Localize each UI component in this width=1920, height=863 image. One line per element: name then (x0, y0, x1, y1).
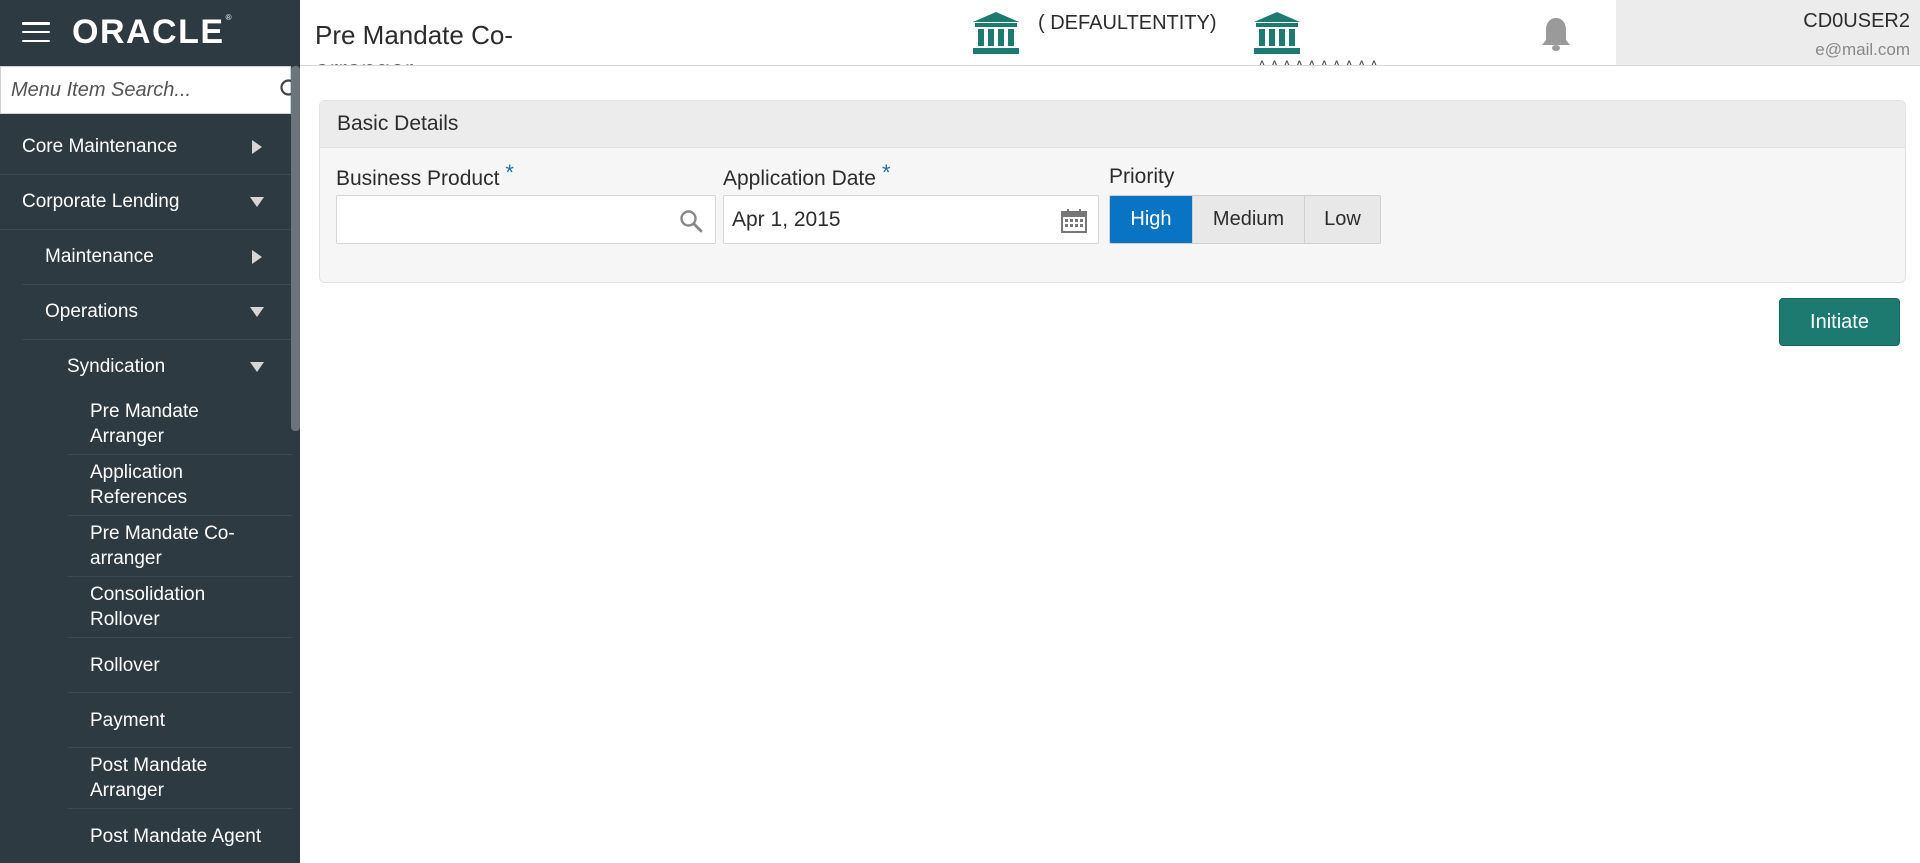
sidebar-item-label: Syndication (67, 356, 166, 377)
business-product-label: Business Product * (336, 160, 514, 190)
entity-bank-icon[interactable] (973, 12, 1019, 54)
menu-search-box (0, 66, 300, 114)
menu-search-input[interactable] (11, 78, 279, 102)
sidebar-item-label: Operations (45, 301, 138, 322)
sidebar-item-label: Maintenance (45, 246, 154, 267)
sidebar-item-label: Post Mandate Agent (90, 825, 262, 847)
caret-right-icon (250, 140, 264, 154)
hamburger-menu-icon[interactable] (22, 22, 50, 42)
basic-details-panel: Basic Details (319, 100, 1906, 283)
caret-down-icon (250, 305, 264, 319)
priority-high-button[interactable]: High (1110, 196, 1192, 243)
sidebar-item-label: Application References (90, 462, 188, 508)
entity-label: ( DEFAULTENTITY) (1038, 12, 1217, 34)
sidebar-item-label: Pre Mandate Co-arranger (90, 523, 235, 569)
sidebar-item-payment[interactable]: Payment (68, 693, 292, 748)
sidebar-item-post-mandate-agent[interactable]: Post Mandate Agent (68, 809, 292, 863)
sidebar-item-label: Pre Mandate Arranger (90, 401, 199, 447)
required-marker: * (881, 160, 891, 185)
application-date-label: Application Date * (723, 160, 891, 190)
sidebar-item-corporate-lending[interactable]: Corporate Lending (0, 175, 292, 230)
lookup-search-icon[interactable] (677, 207, 705, 235)
notification-bell-icon[interactable] (1540, 16, 1572, 52)
sidebar-menu: Core Maintenance Corporate Lending Maint… (0, 120, 292, 863)
calendar-icon[interactable] (1060, 207, 1088, 235)
sidebar-item-label: Post Mandate Arranger (90, 755, 208, 801)
sidebar-item-maintenance[interactable]: Maintenance (22, 230, 292, 285)
page-title: Pre Mandate Co-arranger (315, 20, 513, 65)
sidebar-item-rollover[interactable]: Rollover (68, 638, 292, 693)
application-date-field[interactable]: Apr 1, 2015 (723, 195, 1099, 244)
caret-down-icon (250, 195, 264, 209)
initiate-button[interactable]: Initiate (1779, 298, 1900, 346)
branch-label-clipped: ѧ ѧ ѧ ѧ ѧ ѧ ѧ ѧ ѧ ѧ (1258, 56, 1379, 66)
priority-low-button[interactable]: Low (1304, 196, 1380, 243)
caret-right-icon (250, 250, 264, 264)
sidebar-item-label: Payment (90, 709, 165, 731)
sidebar-item-label: Consolidation Rollover (90, 584, 206, 630)
business-product-field[interactable] (336, 195, 716, 244)
sidebar: ORACLE® Core Maintenance Corporate Lendi… (0, 0, 300, 863)
branch-bank-icon[interactable] (1254, 12, 1300, 54)
sidebar-item-label: Core Maintenance (22, 136, 178, 157)
priority-toggle-group: High Medium Low (1109, 195, 1381, 244)
sidebar-item-post-mandate-arranger[interactable]: Post Mandate Arranger (68, 748, 292, 809)
sidebar-item-pre-mandate-co-arranger[interactable]: Pre Mandate Co-arranger (68, 516, 292, 577)
user-name: CD0USER2 (1803, 10, 1910, 32)
sidebar-item-consolidation-rollover[interactable]: Consolidation Rollover (68, 577, 292, 638)
user-profile[interactable]: CD0USER2 e@mail.com (1616, 0, 1920, 65)
required-marker: * (505, 160, 514, 185)
caret-down-icon (250, 360, 264, 374)
top-header: Pre Mandate Co-arranger ( DEFAULTENTITY)… (300, 0, 1920, 66)
sidebar-item-label: Rollover (90, 654, 160, 676)
sidebar-item-core-maintenance[interactable]: Core Maintenance (0, 120, 292, 175)
user-email: e@mail.com (1815, 40, 1910, 59)
sidebar-item-application-references[interactable]: Application References (68, 455, 292, 516)
sidebar-item-operations[interactable]: Operations (22, 285, 292, 340)
sidebar-item-pre-mandate-arranger[interactable]: Pre Mandate Arranger (68, 394, 292, 455)
sidebar-item-label: Corporate Lending (22, 191, 180, 212)
section-title: Basic Details (320, 101, 1905, 148)
oracle-logo: ORACLE® (72, 12, 233, 51)
priority-medium-button[interactable]: Medium (1192, 196, 1304, 243)
priority-label: Priority (1109, 165, 1175, 188)
sidebar-scrollbar[interactable] (291, 66, 300, 431)
brand-bar: ORACLE® (0, 0, 300, 64)
sidebar-item-syndication[interactable]: Syndication (44, 340, 292, 394)
